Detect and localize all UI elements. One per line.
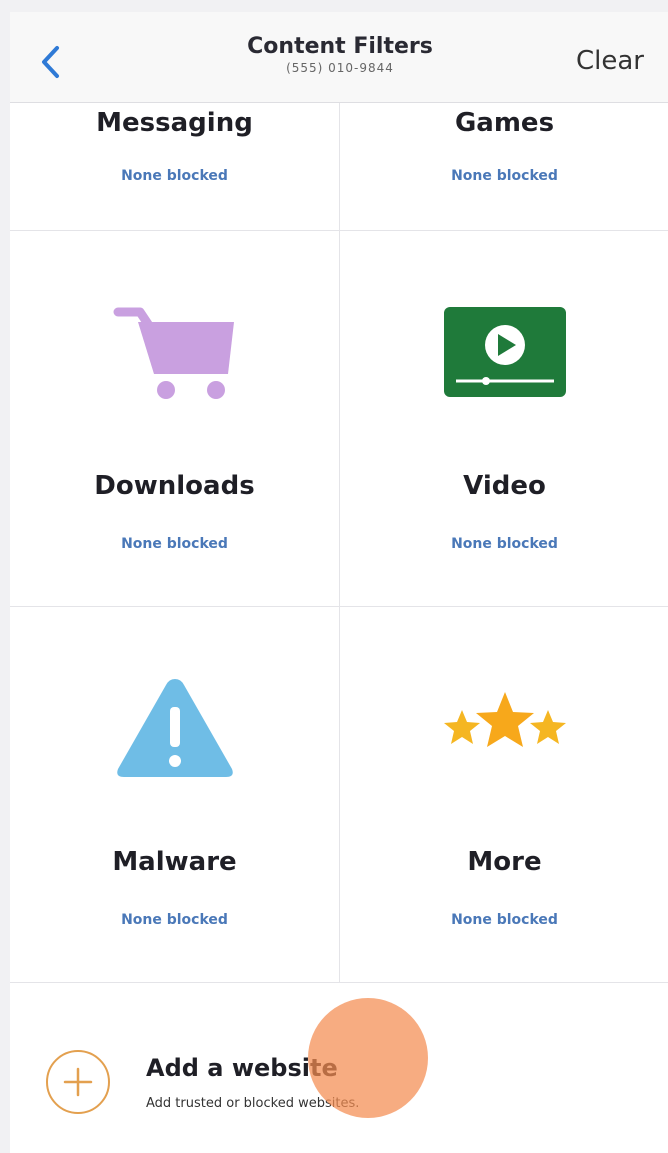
page-title: Content Filters <box>247 34 433 59</box>
plus-circle-icon <box>46 1050 110 1114</box>
back-button[interactable] <box>30 40 70 84</box>
filter-status: None blocked <box>121 912 228 928</box>
filter-status: None blocked <box>451 168 558 184</box>
filter-status: None blocked <box>451 912 558 928</box>
filter-tile-more[interactable]: More None blocked <box>340 607 668 982</box>
clear-button[interactable]: Clear <box>576 46 644 76</box>
filter-tile-malware[interactable]: Malware None blocked <box>10 607 340 982</box>
screen: Content Filters (555) 010-9844 Clear Mes… <box>10 12 668 1153</box>
video-play-icon <box>435 297 575 407</box>
filter-status: None blocked <box>121 536 228 552</box>
filter-tile-downloads[interactable]: Downloads None blocked <box>10 231 340 606</box>
filter-tile-video[interactable]: Video None blocked <box>340 231 668 606</box>
warning-triangle-icon <box>105 673 245 783</box>
filter-grid: Messaging None blocked Games None blocke… <box>10 72 668 983</box>
filter-label: Malware <box>112 847 237 877</box>
add-website-title: Add a website <box>146 1054 338 1082</box>
shopping-cart-icon <box>105 297 245 407</box>
stars-icon <box>435 673 575 783</box>
phone-number: (555) 010-9844 <box>286 61 394 75</box>
filter-status: None blocked <box>121 168 228 184</box>
chevron-left-icon <box>42 46 59 78</box>
filter-label: More <box>467 847 542 877</box>
filter-label: Games <box>454 108 555 138</box>
filter-row: Downloads None blocked Video None blocke… <box>10 231 668 607</box>
add-website-row[interactable]: Add a website Add trusted or blocked web… <box>10 1012 668 1153</box>
navigation-bar: Content Filters (555) 010-9844 Clear <box>10 12 668 103</box>
filter-label: Messaging <box>96 108 253 138</box>
filter-row: Malware None blocked More None blocked <box>10 607 668 983</box>
filter-label: Video <box>463 471 546 501</box>
filter-label: Downloads <box>94 471 255 501</box>
filter-status: None blocked <box>451 536 558 552</box>
title-block: Content Filters (555) 010-9844 <box>170 34 510 75</box>
add-website-subtitle: Add trusted or blocked websites. <box>146 1096 360 1111</box>
